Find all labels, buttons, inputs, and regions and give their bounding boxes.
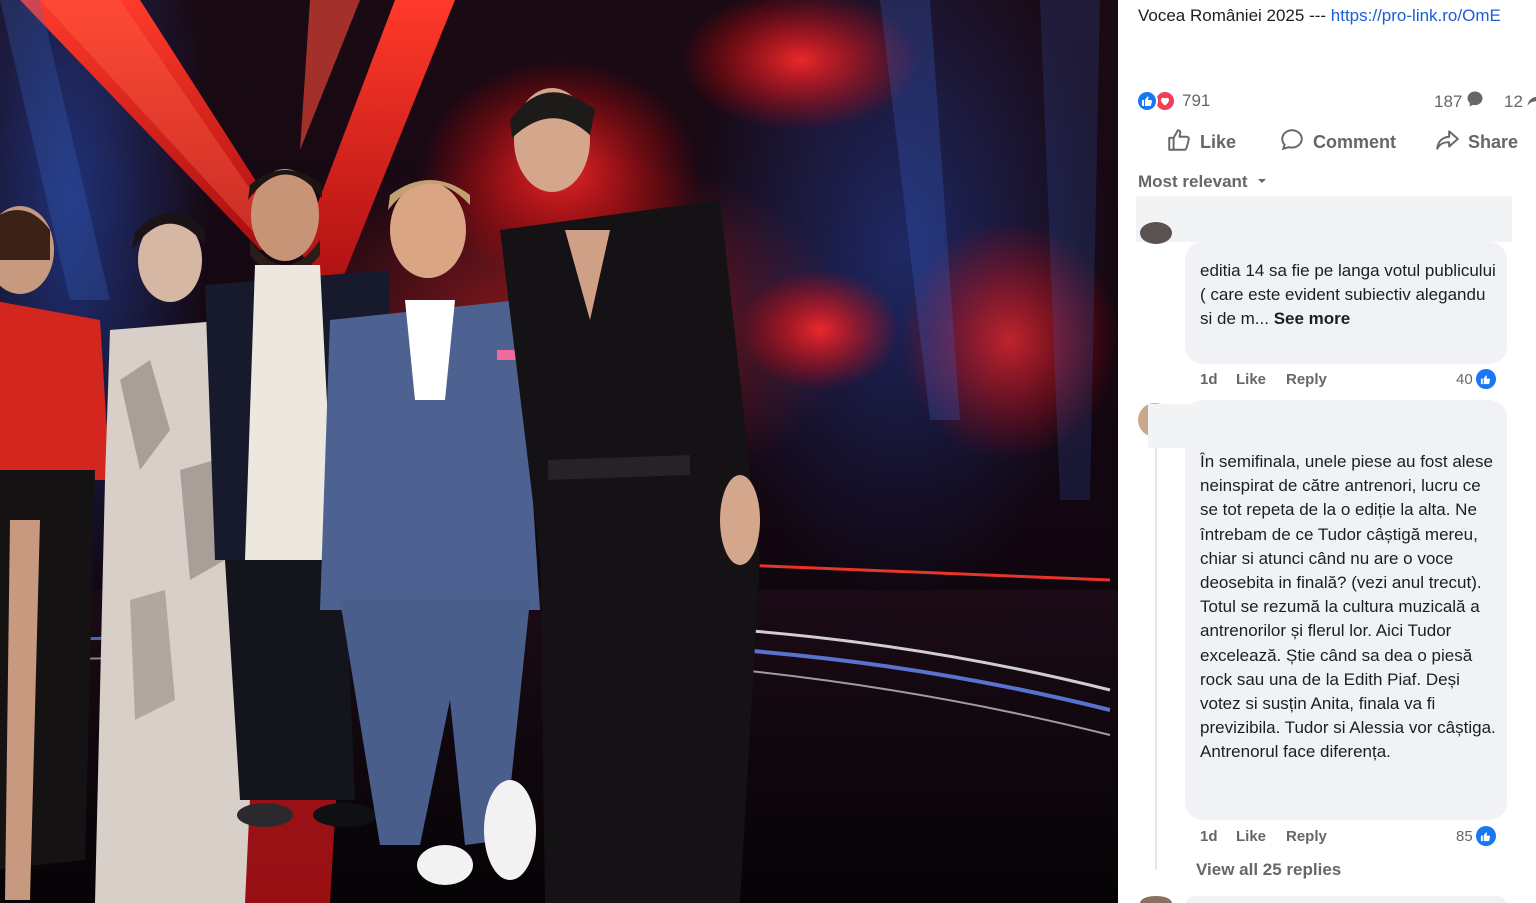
reaction-count: 791 (1182, 91, 1211, 110)
comment-icon (1279, 127, 1305, 158)
share-button-label: Share (1468, 131, 1519, 152)
comment-1-time[interactable]: 1d (1200, 371, 1218, 388)
caret-down-icon (1256, 172, 1268, 192)
comment-2-text: În semifinala, unele piese au fost alese… (1200, 452, 1496, 762)
comment-1-like-count: 40 (1456, 370, 1473, 388)
like-button[interactable]: Like (1166, 122, 1236, 162)
comment-2-time[interactable]: 1d (1200, 828, 1218, 845)
share-button[interactable]: Share (1434, 122, 1518, 162)
like-badge-icon (1475, 826, 1496, 846)
comment-2-like[interactable]: Like (1236, 828, 1266, 845)
comment-1-likes[interactable]: 40 (1456, 369, 1496, 389)
post-photo[interactable] (0, 0, 1118, 903)
sort-label: Most relevant (1138, 172, 1248, 191)
share-arrow-icon (1526, 90, 1536, 113)
comment-count[interactable]: 187 (1434, 90, 1484, 113)
thread-line (1155, 440, 1157, 870)
post-actions: Like Comment Share (1118, 122, 1536, 162)
reactions-summary[interactable]: 791 (1136, 90, 1210, 112)
share-icon (1434, 127, 1460, 158)
comment-button[interactable]: Comment (1279, 122, 1396, 162)
comment-1-reply[interactable]: Reply (1286, 371, 1327, 388)
share-count[interactable]: 12 (1504, 90, 1536, 113)
comment-button-label: Comment (1313, 131, 1397, 152)
post-link[interactable]: https://pro-link.ro/OmE (1331, 6, 1501, 25)
comment-2-reply[interactable]: Reply (1286, 828, 1327, 845)
like-thumb-icon (1166, 127, 1192, 158)
post-caption-text: Vocea României 2025 --- (1138, 6, 1331, 25)
like-reaction-icon (1136, 90, 1158, 112)
comment-2-like-count: 85 (1456, 827, 1473, 845)
comment-sort-dropdown[interactable]: Most relevant (1138, 172, 1268, 192)
comment-bubble-icon (1466, 90, 1484, 113)
avatar[interactable] (1140, 222, 1172, 244)
post-sidebar: Vocea României 2025 --- https://pro-link… (1118, 0, 1536, 903)
see-more-link[interactable]: See more (1274, 309, 1351, 328)
comment-count-value: 187 (1434, 91, 1463, 111)
comment-bubble-3 (1185, 896, 1507, 903)
post-caption: Vocea României 2025 --- https://pro-link… (1138, 4, 1528, 28)
redacted-commenter-name (1136, 196, 1512, 242)
share-count-value: 12 (1504, 91, 1523, 111)
comment-text-2: În semifinala, unele piese au fost alese… (1200, 450, 1500, 765)
redacted-commenter-name (1148, 404, 1418, 448)
comment-text-1: editia 14 sa fie pe langa votul publicul… (1200, 259, 1500, 332)
avatar[interactable] (1140, 896, 1172, 903)
comment-1-like[interactable]: Like (1236, 371, 1266, 388)
comment-2-likes[interactable]: 85 (1456, 826, 1496, 846)
stage-scene (0, 0, 1118, 903)
view-replies-link[interactable]: View all 25 replies (1196, 860, 1341, 880)
like-badge-icon (1475, 369, 1496, 389)
like-button-label: Like (1200, 131, 1237, 152)
